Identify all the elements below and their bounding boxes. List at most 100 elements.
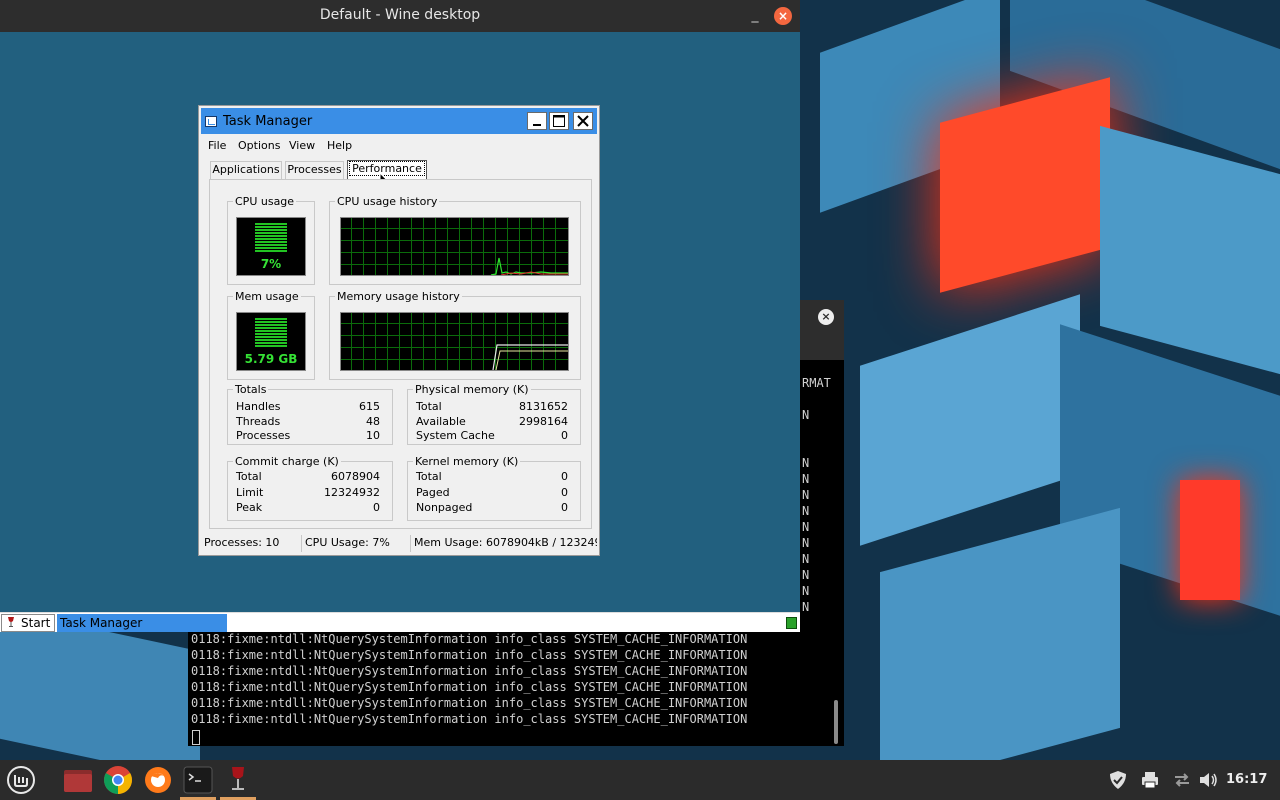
mem-history-graph <box>340 312 569 371</box>
task-manager-statusbar: Processes: 10 CPU Usage: 7% Mem Usage: 6… <box>201 533 597 554</box>
wine-close-button[interactable]: × <box>774 7 792 25</box>
terminal-text-fragment: N <box>802 472 810 486</box>
network-icon[interactable] <box>1172 770 1192 790</box>
kernel-row-total: Total 0 <box>416 470 568 483</box>
tab-processes[interactable]: Processes <box>285 161 344 179</box>
start-label: Start <box>21 616 51 630</box>
task-manager-title: Task Manager <box>223 114 313 129</box>
wine-icon[interactable] <box>222 764 254 796</box>
minimize-icon <box>533 124 541 126</box>
start-button[interactable]: Start <box>1 614 55 632</box>
menu-file[interactable]: File <box>208 139 226 152</box>
wine-minimize-button[interactable]: _ <box>748 7 762 23</box>
cpu-history-graph <box>340 217 569 276</box>
physical-row-total: Total 8131652 <box>416 400 568 413</box>
task-manager-app-icon <box>205 116 217 127</box>
mem-usage-gauge: 5.79 GB <box>236 312 306 371</box>
terminal-scrollbar[interactable] <box>834 700 838 744</box>
mem-gauge-bars <box>255 318 287 350</box>
task-manager-close-button[interactable] <box>573 112 593 130</box>
mint-menu-icon[interactable] <box>6 765 36 795</box>
terminal-close-button[interactable]: × <box>818 309 834 325</box>
close-icon <box>577 115 589 127</box>
taskbar-task-manager[interactable]: Task Manager <box>57 614 227 632</box>
terminal-text-fragment: RMAT <box>802 376 831 390</box>
terminal-text-fragment: N <box>802 408 810 422</box>
physical-row-available: Available 2998164 <box>416 415 568 428</box>
cpu-gauge-bars <box>255 223 287 255</box>
tab-applications[interactable]: Applications <box>210 161 282 179</box>
maximize-icon <box>553 115 565 127</box>
totals-label: Totals <box>233 383 269 396</box>
mem-usage-group: Mem usage 5.79 GB <box>227 290 315 380</box>
mem-usage-label: Mem usage <box>233 290 301 303</box>
panel-clock[interactable]: 16:17 <box>1226 772 1267 787</box>
totals-group: Totals Handles 615 Threads 48 Processes 10 <box>227 383 393 445</box>
terminal-line: 0118:fixme:ntdll:NtQuerySystemInformatio… <box>191 664 748 678</box>
cpu-history-label: CPU usage history <box>335 195 440 208</box>
terminal-text-fragment: N <box>802 536 810 550</box>
task-manager-window[interactable]: Task Manager File Options View Help Appl… <box>198 105 600 556</box>
terminal-text-fragment: N <box>802 600 810 614</box>
terminal-line: 0118:fixme:ntdll:NtQuerySystemInformatio… <box>191 712 748 726</box>
task-manager-menubar: File Options View Help <box>201 136 597 154</box>
wine-window-title: Default - Wine desktop <box>319 7 481 23</box>
terminal-text-fragment: N <box>802 568 810 582</box>
totals-row-processes: Processes 10 <box>236 429 380 442</box>
terminal-output: 0118:fixme:ntdll:NtQuerySystemInformatio… <box>191 631 747 727</box>
menu-view[interactable]: View <box>289 139 315 152</box>
totals-row-threads: Threads 48 <box>236 415 380 428</box>
terminal-line: 0118:fixme:ntdll:NtQuerySystemInformatio… <box>191 632 748 646</box>
terminal-text-fragment: N <box>802 488 810 502</box>
task-manager-minimize-button[interactable] <box>527 112 547 130</box>
chrome-icon[interactable] <box>102 764 134 796</box>
status-processes: Processes: 10 <box>204 536 280 549</box>
totals-row-handles: Handles 615 <box>236 400 380 413</box>
menu-options[interactable]: Options <box>238 139 280 152</box>
wine-taskbar: Start Task Manager <box>0 612 800 632</box>
status-cpu: CPU Usage: 7% <box>301 535 411 552</box>
wine-desktop-window[interactable]: Default - Wine desktop _ × Task Manager … <box>0 0 800 632</box>
cpu-usage-value: 7% <box>260 257 282 271</box>
terminal-text-fragment: N <box>802 584 810 598</box>
terminal-text-fragment: N <box>802 552 810 566</box>
commit-row-total: Total 6078904 <box>236 470 380 483</box>
terminal-icon[interactable] <box>182 764 214 796</box>
tray-cpu-indicator-icon[interactable] <box>786 617 797 629</box>
printer-icon[interactable] <box>1140 770 1160 790</box>
commit-row-peak: Peak 0 <box>236 501 380 514</box>
terminal-line: 0118:fixme:ntdll:NtQuerySystemInformatio… <box>191 648 748 662</box>
files-icon[interactable] <box>62 764 94 796</box>
physical-memory-group: Physical memory (K) Total 8131652 Availab… <box>407 383 581 445</box>
mem-history-label: Memory usage history <box>335 290 462 303</box>
kernel-row-nonpaged: Nonpaged 0 <box>416 501 568 514</box>
terminal-text-fragment: N <box>802 456 810 470</box>
firefox-icon[interactable] <box>142 764 174 796</box>
kernel-memory-label: Kernel memory (K) <box>413 455 521 468</box>
terminal-text-fragment: N <box>802 520 810 534</box>
physical-row-system-cache: System Cache 0 <box>416 429 568 442</box>
shield-icon[interactable] <box>1108 770 1128 790</box>
cpu-history-group: CPU usage history <box>329 195 581 285</box>
volume-icon[interactable] <box>1198 770 1218 790</box>
cpu-usage-label: CPU usage <box>233 195 297 208</box>
bottom-panel: 16:17 <box>0 760 1280 800</box>
task-manager-maximize-button[interactable] <box>549 112 569 130</box>
cpu-usage-group: CPU usage 7% <box>227 195 315 285</box>
kernel-row-paged: Paged 0 <box>416 486 568 499</box>
status-mem: Mem Usage: 6078904kB / 12324932kB <box>414 536 597 549</box>
terminal-text-fragment: N <box>802 504 810 518</box>
mem-usage-value: 5.79 GB <box>244 352 298 366</box>
wine-glass-icon <box>8 617 14 627</box>
physical-memory-label: Physical memory (K) <box>413 383 531 396</box>
commit-charge-group: Commit charge (K) Total 6078904 Limit 1232… <box>227 455 393 521</box>
terminal-cursor <box>192 730 200 745</box>
task-manager-titlebar[interactable]: Task Manager <box>201 108 597 134</box>
commit-charge-label: Commit charge (K) <box>233 455 341 468</box>
performance-panel: CPU usage 7% CPU usage history Mem usage… <box>209 179 592 529</box>
menu-help[interactable]: Help <box>327 139 352 152</box>
mem-history-group: Memory usage history <box>329 290 581 380</box>
commit-row-limit: Limit 12324932 <box>236 486 380 499</box>
kernel-memory-group: Kernel memory (K) Total 0 Paged 0 Nonpaged… <box>407 455 581 521</box>
wine-titlebar[interactable]: Default - Wine desktop _ × <box>0 0 800 32</box>
